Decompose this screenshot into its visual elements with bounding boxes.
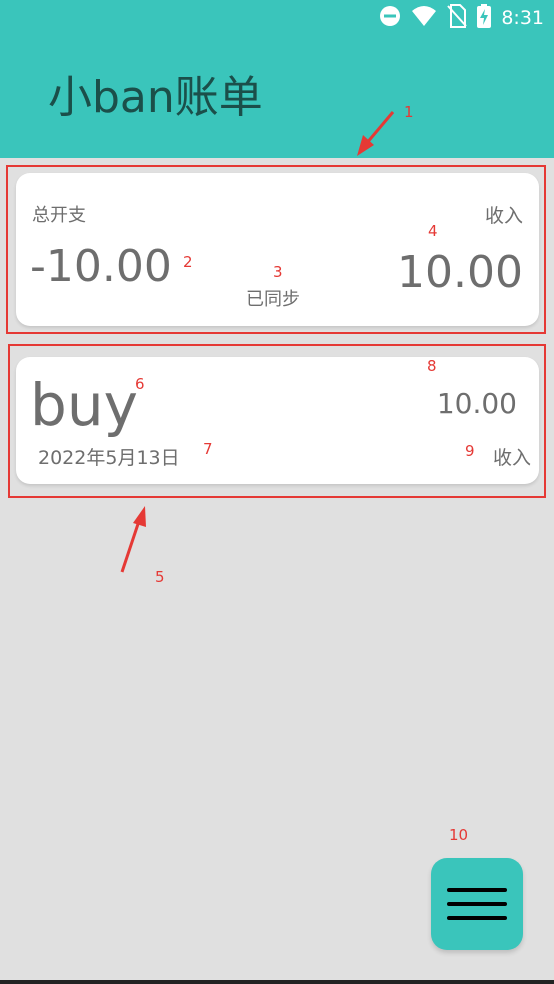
annotation-label-5: 5	[155, 568, 165, 586]
menu-icon-line	[447, 916, 507, 920]
annotation-label-9: 9	[465, 442, 475, 460]
navigation-bar	[0, 980, 554, 984]
annotation-label-1: 1	[404, 103, 414, 121]
annotation-label-2: 2	[183, 253, 193, 271]
annotation-label-3: 3	[273, 263, 283, 281]
annotation-label-4: 4	[428, 222, 438, 240]
annotation-label-7: 7	[203, 440, 213, 458]
menu-button[interactable]	[431, 858, 523, 950]
arrow-1	[357, 111, 395, 156]
annotation-arrows	[120, 111, 395, 573]
menu-icon-line	[447, 902, 507, 906]
annotation-label-10: 10	[449, 826, 469, 844]
menu-icon	[447, 888, 507, 892]
arrow-5	[120, 506, 146, 573]
annotation-label-8: 8	[427, 357, 437, 375]
annotation-label-6: 6	[135, 375, 145, 393]
